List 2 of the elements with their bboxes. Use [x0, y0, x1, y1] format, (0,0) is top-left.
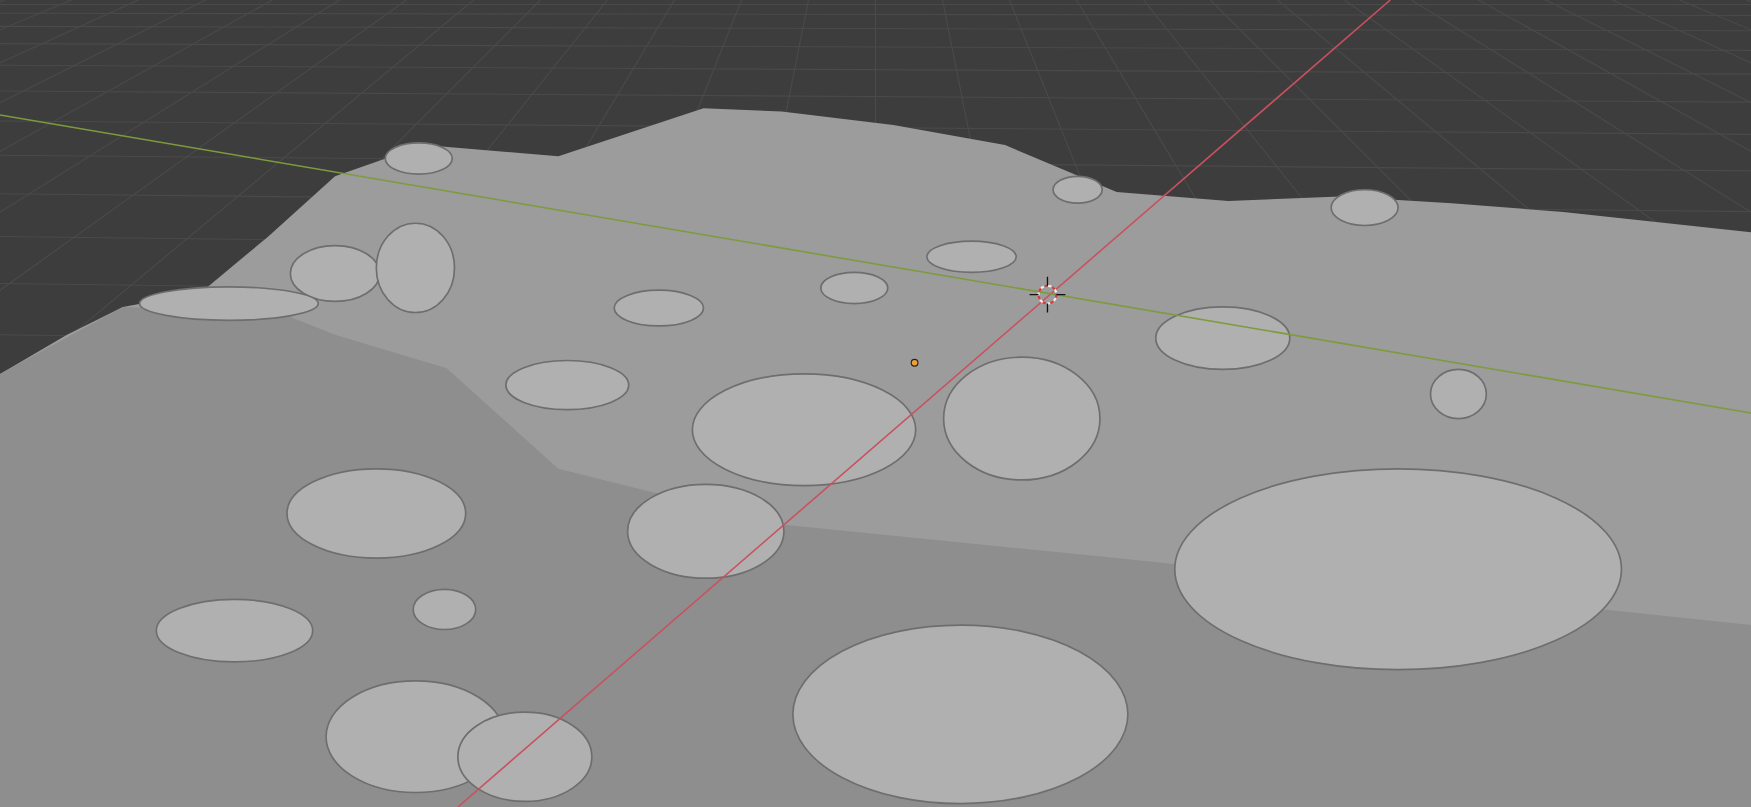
- 3d-cursor-icon[interactable]: [1028, 276, 1066, 314]
- object-origin-icon: [910, 358, 919, 367]
